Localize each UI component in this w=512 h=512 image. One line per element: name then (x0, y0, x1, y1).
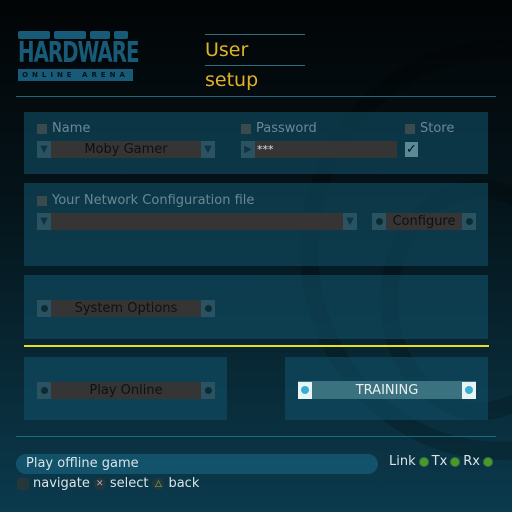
divider (16, 436, 496, 437)
bullet-icon (462, 213, 476, 230)
page-title: User setup (205, 39, 259, 91)
screen: HARDWARE ONLINE ARENA User setup Name ▼ … (0, 0, 512, 512)
status-message: Play offline game (16, 454, 378, 474)
control-hints: navigate ✕ select △ back (17, 476, 199, 491)
name-label: Name (37, 121, 90, 136)
tx-label: Tx (431, 454, 448, 469)
separator-line (24, 345, 489, 347)
play-online-label: Play Online (89, 383, 163, 398)
store-checkbox[interactable]: ✓ (405, 142, 418, 157)
hint-select: select (109, 476, 149, 491)
password-arrow-icon: ▶ (241, 141, 255, 158)
password-label-text: Password (256, 121, 317, 136)
store-label: Store (405, 121, 454, 136)
store-marker-icon (405, 123, 415, 134)
divider (16, 96, 496, 97)
tx-led-icon (450, 456, 461, 467)
bullet-icon (298, 381, 312, 399)
system-options-button[interactable]: System Options (37, 300, 215, 317)
name-selector[interactable]: ▼ Moby Gamer ▼ (37, 141, 215, 158)
password-marker-icon (241, 123, 251, 134)
name-marker-icon (37, 123, 47, 134)
dpad-icon (17, 477, 29, 490)
store-label-text: Store (420, 121, 455, 136)
network-prev-arrow-icon[interactable]: ▼ (37, 213, 51, 230)
link-label: Link (389, 454, 416, 469)
system-options-label: System Options (74, 301, 178, 316)
logo-subtitle: ONLINE ARENA (18, 69, 133, 81)
password-label: Password (241, 121, 317, 136)
game-logo: HARDWARE ONLINE ARENA (18, 25, 143, 81)
bullet-icon (37, 382, 51, 399)
name-label-text: Name (52, 121, 91, 136)
password-value: *** (257, 143, 274, 156)
link-led-icon (418, 456, 429, 467)
hint-back: back (168, 476, 200, 491)
bullet-icon (201, 300, 215, 317)
configure-button[interactable]: Configure (372, 213, 476, 230)
configure-label: Configure (392, 214, 456, 229)
connection-indicators: Link Tx Rx (389, 454, 493, 469)
password-field[interactable]: ▶ *** (241, 141, 397, 158)
cross-button-icon: ✕ (93, 477, 106, 490)
training-label: TRAINING (355, 382, 419, 398)
network-next-arrow-icon[interactable]: ▼ (343, 213, 357, 230)
bullet-icon (462, 381, 476, 399)
network-marker-icon (37, 195, 47, 206)
bullet-icon (201, 382, 215, 399)
bullet-icon (372, 213, 386, 230)
rx-label: Rx (463, 454, 480, 469)
network-label-text: Your Network Configuration file (52, 193, 255, 208)
title-frame: User setup (205, 34, 305, 91)
hint-navigate: navigate (33, 476, 90, 491)
play-online-button[interactable]: Play Online (37, 382, 215, 399)
network-label: Your Network Configuration file (37, 193, 254, 208)
network-config-selector[interactable]: ▼ ▼ (37, 213, 357, 230)
triangle-button-icon: △ (152, 477, 165, 490)
bullet-icon (37, 300, 51, 317)
logo-title: HARDWARE (18, 37, 140, 70)
name-value: Moby Gamer (84, 142, 168, 157)
name-next-arrow-icon[interactable]: ▼ (201, 141, 215, 158)
training-button[interactable]: TRAINING (298, 381, 476, 399)
rx-led-icon (483, 456, 493, 467)
name-prev-arrow-icon[interactable]: ▼ (37, 141, 51, 158)
